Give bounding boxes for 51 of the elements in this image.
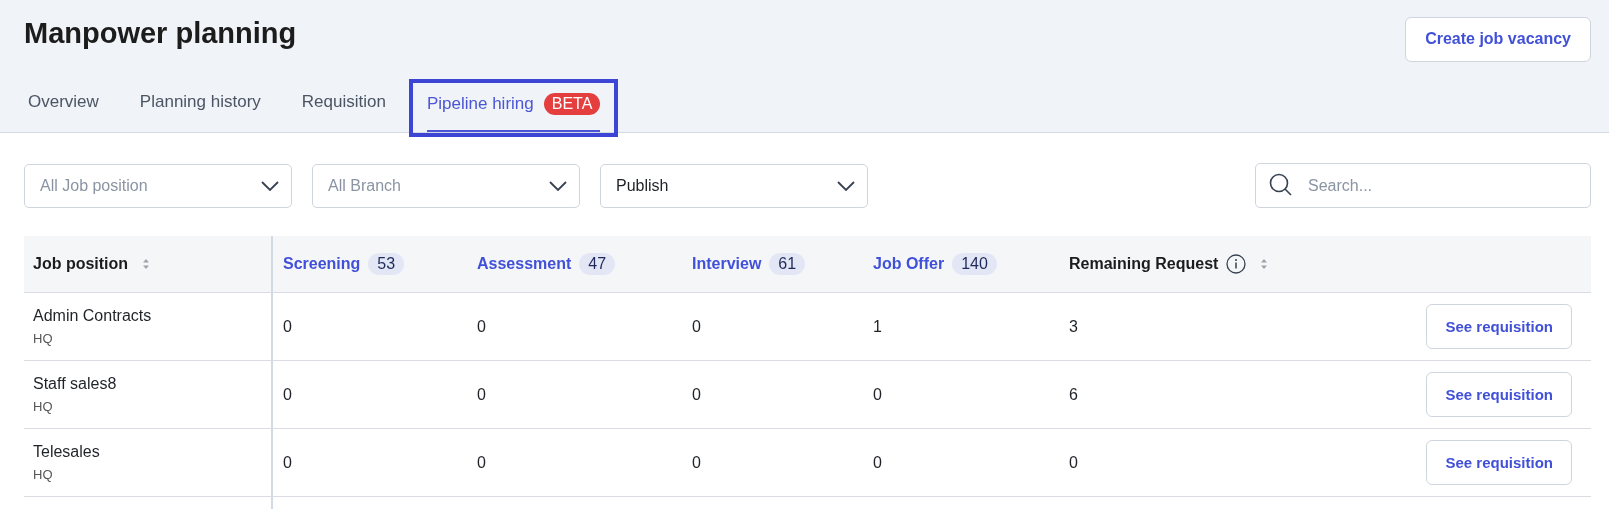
tab[interactable]: Planning history <box>139 84 261 128</box>
table-cell: 0 <box>692 453 701 472</box>
table-cell: 6 <box>1069 385 1078 404</box>
see-requisition-button[interactable]: See requisition <box>1426 440 1572 485</box>
table-cell: 0 <box>873 385 882 404</box>
filter-dropdown[interactable]: All Branch <box>312 163 580 208</box>
table-cell: 0 <box>283 453 292 472</box>
count-badge: 53 <box>368 253 405 275</box>
create-job-vacancy-button[interactable]: Create job vacancy <box>1405 16 1591 62</box>
job-position-name: Telesales <box>33 443 100 461</box>
see-requisition-button[interactable]: See requisition <box>1426 372 1572 417</box>
table-cell: 0 <box>477 453 486 472</box>
table-cell: 0 <box>283 385 292 404</box>
column-header[interactable]: Assessment <box>477 255 572 273</box>
count-badge: 140 <box>952 253 997 275</box>
info-icon <box>1226 254 1247 274</box>
chevron-down-icon <box>549 180 567 191</box>
column-header[interactable]: Job position <box>33 255 129 273</box>
filter-dropdown[interactable]: Publish <box>600 163 868 208</box>
branch-label: HQ <box>33 331 53 346</box>
table-cell: 0 <box>873 453 882 472</box>
tab[interactable]: Requisition <box>301 84 386 128</box>
table-cell: 3 <box>1069 317 1078 336</box>
column-header[interactable]: Screening <box>283 255 361 273</box>
tab[interactable]: Overview <box>28 84 99 128</box>
count-badge: 47 <box>579 253 616 275</box>
table-cell: 0 <box>477 317 486 336</box>
sort-icon[interactable] <box>1260 258 1269 270</box>
column-header[interactable]: Remaining Request <box>1069 255 1219 273</box>
branch-label: HQ <box>33 399 53 414</box>
table-cell: 0 <box>692 317 701 336</box>
tab[interactable]: Pipeline hiring BETA <box>426 83 601 132</box>
column-header[interactable]: Job Offer <box>873 255 945 273</box>
job-position-name: Admin Contracts <box>33 307 152 325</box>
job-position-name: Staff sales8 <box>33 375 117 393</box>
chevron-down-icon <box>837 180 855 191</box>
beta-badge: BETA <box>543 92 601 115</box>
table-cell: 0 <box>283 317 292 336</box>
count-badge: 61 <box>769 253 806 275</box>
search-field[interactable]: Search... <box>1255 163 1591 208</box>
branch-label: HQ <box>33 467 53 482</box>
table-cell: 1 <box>873 317 882 336</box>
see-requisition-button[interactable]: See requisition <box>1426 304 1572 349</box>
table-cell: 0 <box>692 385 701 404</box>
page-title: Manpower planning <box>24 16 297 50</box>
sort-icon[interactable] <box>142 258 151 270</box>
search-icon <box>1269 173 1293 197</box>
chevron-down-icon <box>261 180 279 191</box>
column-header[interactable]: Interview <box>692 255 762 273</box>
table-cell: 0 <box>1069 453 1078 472</box>
table-cell: 0 <box>477 385 486 404</box>
